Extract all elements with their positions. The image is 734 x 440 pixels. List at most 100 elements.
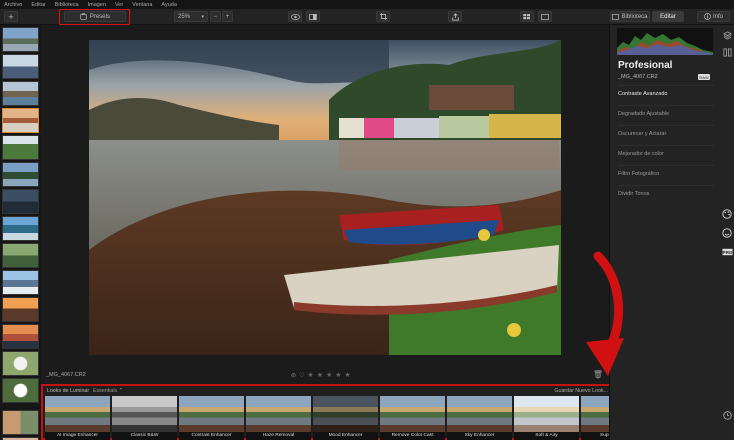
share-icon	[451, 12, 459, 21]
save-look-button[interactable]: Guardar Nuevo Look...	[554, 388, 608, 394]
single-view-button[interactable]	[538, 11, 552, 22]
filter-item[interactable]: Oscurecer y Aclarar	[618, 125, 714, 140]
thumbnail[interactable]	[2, 54, 39, 79]
essentials-dropdown[interactable]: Essentials ⌃	[93, 388, 123, 394]
pro-icon[interactable]: PRO	[721, 246, 733, 258]
layers-icon[interactable]	[721, 29, 733, 41]
look-card[interactable]: Sky Enhancer	[447, 396, 512, 440]
chevron-down-icon: ▾	[201, 13, 204, 20]
look-card[interactable]: AI Image Enhancer	[45, 396, 110, 440]
share-button[interactable]	[448, 11, 462, 22]
thumbnail[interactable]	[2, 135, 39, 160]
star-1[interactable]: ★	[307, 371, 313, 379]
look-thumbnail	[447, 396, 512, 432]
history-icon[interactable]	[721, 409, 733, 421]
menu-editar[interactable]: Editar	[31, 2, 45, 8]
crop-icon	[379, 13, 387, 20]
look-label: Haze Removal	[246, 432, 311, 440]
harbor-photo	[89, 40, 561, 355]
looks-tab[interactable]: Looks de Luminar	[47, 388, 89, 394]
menu-biblioteca[interactable]: Biblioteca	[55, 2, 79, 8]
thumbnail[interactable]	[2, 378, 39, 403]
tab-info[interactable]: Info	[697, 11, 730, 22]
svg-text:PRO: PRO	[722, 250, 732, 255]
menu-bar: Archivo Editar Biblioteca Imagen Ver Ven…	[0, 0, 734, 9]
thumbnail[interactable]	[2, 216, 39, 241]
look-label: Soft & Airy	[514, 432, 579, 440]
looks-panel: Looks de Luminar Essentials ⌃ Guardar Nu…	[41, 384, 646, 440]
portrait-icon[interactable]	[721, 227, 733, 239]
thumbnail[interactable]	[2, 189, 39, 214]
thumbnail[interactable]	[2, 270, 39, 295]
look-label: Contrast Enhancer	[179, 432, 244, 440]
filter-item[interactable]: Mejorador de color	[618, 145, 714, 160]
histogram	[617, 28, 713, 55]
raw-badge: RAW	[698, 74, 710, 80]
thumbnail[interactable]	[2, 243, 39, 268]
look-label: Classic B&W	[112, 432, 177, 440]
look-card[interactable]: Contrast Enhancer	[179, 396, 244, 440]
thumbnail[interactable]	[2, 351, 39, 376]
palette-icon[interactable]	[721, 208, 733, 220]
thumbnail[interactable]	[2, 81, 39, 106]
add-images-button[interactable]: +	[4, 11, 18, 22]
library-icon	[612, 13, 620, 20]
thumbnail[interactable]	[2, 297, 39, 322]
menu-imagen[interactable]: Imagen	[88, 2, 106, 8]
menu-ayuda[interactable]: Ayuda	[161, 2, 177, 8]
single-image-icon	[541, 13, 549, 20]
star-3[interactable]: ★	[326, 371, 332, 379]
look-card[interactable]: Mood Enhancer	[313, 396, 378, 440]
gallery-view-button[interactable]	[520, 11, 534, 22]
menu-archivo[interactable]: Archivo	[4, 2, 22, 8]
tab-biblioteca-label: Biblioteca	[621, 13, 648, 20]
look-label: Mood Enhancer	[313, 432, 378, 440]
zoom-out-button[interactable]: −	[210, 11, 221, 22]
filter-item[interactable]: Contraste Avanzado	[618, 85, 714, 100]
filter-item[interactable]: Filtro Fotográfico	[618, 165, 714, 180]
adjustments-icon[interactable]	[721, 46, 733, 58]
thumbnail[interactable]	[2, 410, 39, 435]
tab-editar[interactable]: Editar	[652, 11, 684, 22]
crop-button[interactable]	[376, 11, 390, 22]
heart-icon[interactable]: ♡	[299, 372, 304, 379]
look-label: Remove Color Cast	[380, 432, 445, 440]
image-info-bar: _MG_4067.CR2 ⊘ ♡ ★ ★ ★ ★ ★ 🗑	[41, 368, 609, 384]
looks-header: Looks de Luminar Essentials ⌃ Guardar Nu…	[43, 386, 612, 396]
compare-button[interactable]	[306, 11, 320, 22]
essentials-label: Essentials	[93, 388, 118, 394]
look-card[interactable]: Haze Removal	[246, 396, 311, 440]
look-card[interactable]: Remove Color Cast	[380, 396, 445, 440]
info-icon	[704, 13, 711, 20]
red-arrow-annotation	[586, 251, 624, 376]
tab-info-label: Info	[712, 13, 723, 20]
zoom-value: 25%	[178, 13, 191, 20]
image-canvas[interactable]	[41, 25, 609, 368]
look-thumbnail	[514, 396, 579, 432]
filter-item[interactable]: Degradado Ajustable	[618, 105, 714, 120]
luminar-window: Archivo Editar Biblioteca Imagen Ver Ven…	[0, 0, 734, 440]
look-card[interactable]: Soft & Airy	[514, 396, 579, 440]
look-label: AI Image Enhancer	[45, 432, 110, 440]
zoom-select[interactable]: 25% ▾	[174, 11, 208, 22]
thumbnail[interactable]	[2, 108, 39, 133]
menu-ventana[interactable]: Ventana	[132, 2, 152, 8]
preview-button[interactable]	[288, 11, 302, 22]
look-card[interactable]: Classic B&W	[112, 396, 177, 440]
panel-filename: _MG_4067.CR2	[618, 74, 658, 80]
thumbnail[interactable]	[2, 324, 39, 349]
thumbnail[interactable]	[2, 27, 39, 52]
tab-biblioteca[interactable]: Biblioteca	[610, 11, 650, 22]
thumbnail[interactable]	[2, 162, 39, 187]
star-5[interactable]: ★	[345, 371, 351, 379]
star-4[interactable]: ★	[335, 371, 341, 379]
photo-preview[interactable]	[89, 40, 561, 355]
look-thumbnail	[179, 396, 244, 432]
menu-ver[interactable]: Ver	[115, 2, 123, 8]
star-2[interactable]: ★	[317, 371, 323, 379]
look-thumbnail	[45, 396, 110, 432]
compare-icon	[309, 13, 317, 20]
zoom-in-button[interactable]: +	[222, 11, 233, 22]
reject-icon[interactable]: ⊘	[291, 372, 296, 379]
filter-item[interactable]: Dividir Tonos	[618, 185, 714, 200]
